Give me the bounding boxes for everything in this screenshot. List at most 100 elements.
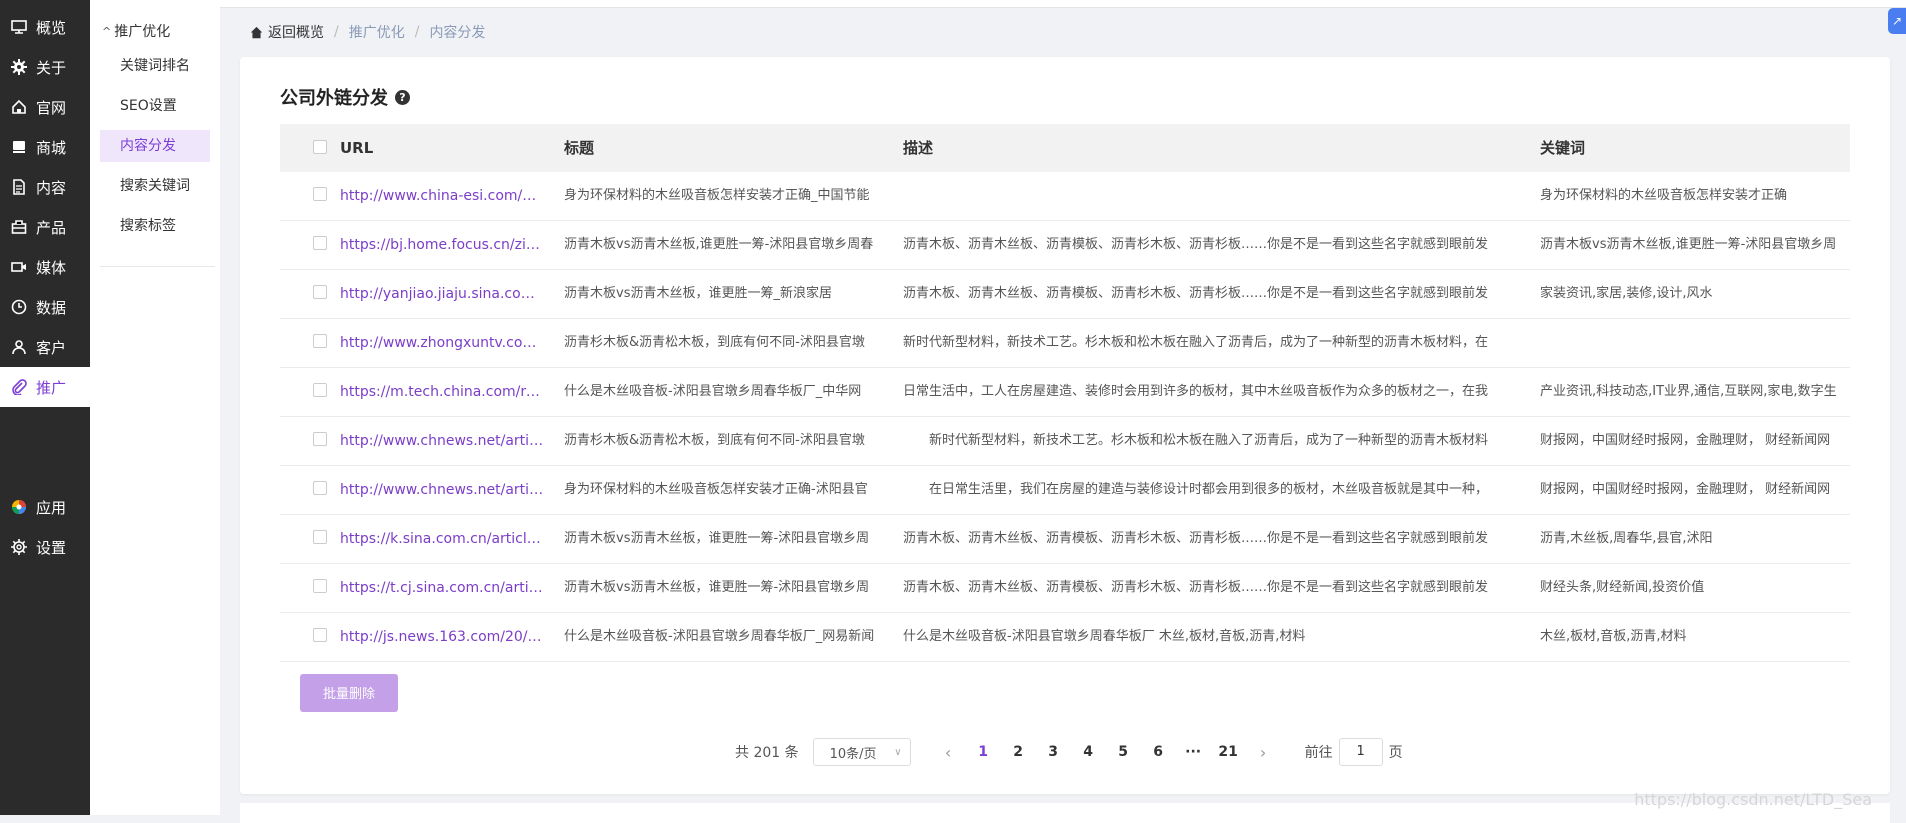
- row-description: 沥青木板、沥青木丝板、沥青模板、沥青杉木板、沥青杉板……你是不是一看到这些名字就…: [903, 237, 1489, 252]
- row-url-link[interactable]: http://www.chnews.net/artic...: [340, 466, 545, 514]
- help-icon[interactable]: ?: [395, 89, 410, 105]
- sidebar-item-product[interactable]: 产品: [0, 207, 90, 247]
- video-icon: [10, 258, 28, 276]
- row-checkbox[interactable]: [313, 368, 327, 416]
- sidebar-item-label: 设置: [36, 538, 67, 557]
- table-row: https://t.cj.sina.com.cn/articl... 沥青木板vs…: [280, 564, 1850, 613]
- row-url-link[interactable]: https://k.sina.com.cn/article_...: [340, 515, 545, 563]
- goto-page-input[interactable]: 1: [1338, 738, 1383, 766]
- row-checkbox[interactable]: [313, 417, 327, 465]
- goto-label: 前往: [1304, 745, 1333, 761]
- row-description: 沥青木板、沥青木丝板、沥青模板、沥青杉木板、沥青杉板……你是不是一看到这些名字就…: [903, 580, 1489, 595]
- breadcrumb-home[interactable]: 返回概览: [250, 22, 324, 42]
- document-icon: [10, 178, 28, 196]
- page-size-value: 10条/页: [829, 746, 877, 762]
- table-row: https://m.tech.china.com/re... 什么是木丝吸音板-沭…: [280, 368, 1850, 417]
- sidebar-item-customer[interactable]: 客户: [0, 327, 90, 367]
- breadcrumb: 返回概览 / 推广优化 / 内容分发: [250, 22, 485, 42]
- sidebar-item-content[interactable]: 内容: [0, 167, 90, 207]
- product-icon: [10, 218, 28, 236]
- row-description: 什么是木丝吸音板-沭阳县官墩乡周春华板厂 木丝,板材,音板,沥青,材料: [903, 629, 1306, 644]
- row-checkbox[interactable]: [313, 515, 327, 563]
- subnav-divider: [100, 266, 215, 267]
- pagination: 共 201 条 10条/页 ∨ ‹ 1 2 3 4 5 6 ··· 21 › 前往 1 页: [735, 737, 1403, 767]
- content-card: 公司外链分发 ? URL 标题 描述 关键词 http://www.china-…: [240, 57, 1890, 794]
- pagination-total: 共 201 条: [735, 745, 799, 761]
- row-title: 什么是木丝吸音板-沭阳县官墩乡周春华板厂_网易新闻: [564, 629, 875, 644]
- select-all-checkbox[interactable]: [313, 124, 327, 172]
- row-url-link[interactable]: http://yanjiao.jiaju.sina.com....: [340, 270, 545, 318]
- subnav-group-title[interactable]: ^ 推广优化: [102, 21, 170, 41]
- subnav-item-seo-settings[interactable]: SEO设置: [100, 90, 210, 122]
- page-numbers: 1 2 3 4 5 6 ··· 21: [966, 744, 1246, 760]
- sidebar-item-data[interactable]: 数据: [0, 287, 90, 327]
- sidebar-item-mall[interactable]: 商城: [0, 127, 90, 167]
- sidebar-item-about[interactable]: 关于: [0, 47, 90, 87]
- subnav-title-label: 推广优化: [114, 24, 171, 40]
- breadcrumb-promotion[interactable]: 推广优化: [349, 22, 405, 42]
- page-ellipsis[interactable]: ···: [1176, 744, 1211, 760]
- page-number[interactable]: 21: [1211, 744, 1246, 760]
- row-url-link[interactable]: http://www.zhongxuntv.com....: [340, 319, 545, 367]
- sidebar-item-website[interactable]: 官网: [0, 87, 90, 127]
- page-number[interactable]: 1: [966, 744, 1001, 760]
- row-checkbox[interactable]: [313, 221, 327, 269]
- page-number[interactable]: 2: [1001, 744, 1036, 760]
- subnav-item-keyword-ranking[interactable]: 关键词排名: [100, 50, 210, 82]
- row-checkbox[interactable]: [313, 319, 327, 367]
- row-title: 沥青木板vs沥青木丝板，谁更胜一筹-沭阳县官墩乡周: [564, 580, 870, 595]
- row-url-link[interactable]: https://t.cj.sina.com.cn/articl...: [340, 564, 545, 612]
- row-description: 新时代新型材料，新技术工艺。杉木板和松木板在融入了沥青后，成为了一种新型的沥青木…: [903, 433, 1489, 448]
- row-description: [903, 172, 1533, 220]
- row-url-link[interactable]: http://js.news.163.com/20/0...: [340, 613, 545, 661]
- row-keywords: 产业资讯,科技动态,IT业界,通信,互联网,家电,数字生: [1540, 384, 1837, 399]
- row-keywords: 家装资讯,家居,装修,设计,风水: [1540, 286, 1713, 301]
- subnav-item-search-tags[interactable]: 搜索标签: [100, 210, 210, 242]
- table-row: http://www.chnews.net/artic... 沥青杉木板&沥青松木…: [280, 417, 1850, 466]
- page-size-select[interactable]: 10条/页 ∨: [812, 738, 911, 766]
- page-unit-label: 页: [1388, 745, 1403, 761]
- sidebar-item-apps[interactable]: 应用: [0, 487, 90, 527]
- table-row: http://js.news.163.com/20/0... 什么是木丝吸音板-沭…: [280, 613, 1850, 662]
- row-keywords: 沥青,木丝板,周春华,县官,沭阳: [1540, 531, 1713, 546]
- row-checkbox[interactable]: [313, 172, 327, 220]
- row-url-link[interactable]: http://www.chnews.net/artic...: [340, 417, 545, 465]
- row-keywords: 财报网，中国财经时报网，金融理财， 财经新闻网: [1540, 482, 1831, 497]
- subnav-item-content-distribution[interactable]: 内容分发: [100, 130, 210, 162]
- row-checkbox[interactable]: [313, 466, 327, 514]
- header-url: URL: [340, 139, 374, 157]
- watermark: https://blog.csdn.net/LTD_Sea: [1634, 790, 1872, 809]
- breadcrumb-separator: /: [414, 24, 420, 40]
- clock-icon: [10, 298, 28, 316]
- row-checkbox[interactable]: [313, 613, 327, 661]
- next-page-button[interactable]: ›: [1246, 743, 1281, 762]
- table-row: http://www.china-esi.com/N... 身为环保材料的木丝吸音…: [280, 172, 1850, 221]
- row-url-link[interactable]: https://m.tech.china.com/re...: [340, 368, 545, 416]
- row-description: 沥青木板、沥青木丝板、沥青模板、沥青杉木板、沥青杉板……你是不是一看到这些名字就…: [903, 286, 1489, 301]
- page-number[interactable]: 4: [1071, 744, 1106, 760]
- page-number[interactable]: 3: [1036, 744, 1071, 760]
- prev-page-button[interactable]: ‹: [931, 743, 966, 762]
- batch-delete-button[interactable]: 批量删除: [300, 674, 398, 712]
- corner-widget-icon[interactable]: ↗: [1888, 8, 1906, 34]
- page-number[interactable]: 5: [1106, 744, 1141, 760]
- sidebar-item-settings[interactable]: 设置: [0, 527, 90, 567]
- row-checkbox[interactable]: [313, 270, 327, 318]
- sidebar-item-label: 应用: [36, 498, 67, 517]
- row-url-link[interactable]: https://bj.home.focus.cn/zix...: [340, 221, 545, 269]
- breadcrumb-current: 内容分发: [429, 25, 486, 41]
- subnav-item-search-keywords[interactable]: 搜索关键词: [100, 170, 210, 202]
- table-header: URL 标题 描述 关键词: [280, 124, 1850, 172]
- chevron-down-icon: ∨: [894, 746, 902, 758]
- row-url-link[interactable]: http://www.china-esi.com/N...: [340, 172, 545, 220]
- sidebar-item-promotion[interactable]: 推广: [0, 367, 90, 407]
- row-title: 沥青杉木板&沥青松木板，到底有何不同-沭阳县官墩: [564, 335, 865, 350]
- home-icon: [10, 98, 28, 116]
- sidebar-item-media[interactable]: 媒体: [0, 247, 90, 287]
- sidebar-item-overview[interactable]: 概览: [0, 7, 90, 47]
- sidebar-item-label: 内容: [36, 178, 67, 197]
- row-keywords: 财经头条,财经新闻,投资价值: [1540, 580, 1705, 595]
- settings-icon: [10, 538, 28, 556]
- page-number[interactable]: 6: [1141, 744, 1176, 760]
- row-checkbox[interactable]: [313, 564, 327, 612]
